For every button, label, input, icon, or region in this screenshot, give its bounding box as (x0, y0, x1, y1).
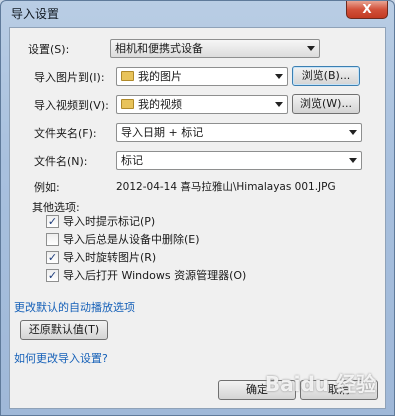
change-autoplay-link[interactable]: 更改默认的自动播放选项 (14, 299, 135, 315)
checkbox[interactable] (46, 232, 59, 246)
checkbox[interactable]: ✓ (46, 214, 59, 228)
folder-name-label: 文件夹名(F): (34, 127, 97, 140)
file-name-dropdown[interactable]: 标记 (116, 151, 362, 170)
chevron-down-icon (307, 46, 315, 51)
import-pictures-label: 导入图片到(I): (34, 71, 105, 84)
baidu-watermark: Baidu 经验 (264, 372, 376, 396)
import-settings-window: 导入设置 X 设置(S): 相机和便携式设备 导入图片到(I): 我的图片 浏览… (0, 0, 395, 416)
folder-name-dropdown[interactable]: 导入日期 + 标记 (116, 123, 362, 142)
browse-videos-button[interactable]: 浏览(W)... (292, 94, 360, 114)
import-videos-value: 我的视频 (138, 98, 182, 111)
chevron-down-icon (349, 158, 357, 163)
example-value: 2012-04-14 喜马拉雅山\Himalayas 001.JPG (116, 181, 336, 193)
file-name-label: 文件名(N): (34, 155, 88, 168)
option-label: 导入后总是从设备中删除(E) (63, 233, 200, 246)
chevron-down-icon (349, 130, 357, 135)
import-pictures-dropdown[interactable]: 我的图片 (116, 67, 288, 86)
option-label: 导入时提示标记(P) (63, 215, 156, 228)
checkbox[interactable]: ✓ (46, 250, 59, 264)
settings-dropdown[interactable]: 相机和便携式设备 (110, 39, 320, 58)
close-button[interactable]: X (346, 1, 388, 19)
settings-label: 设置(S): (28, 43, 70, 56)
browse-pictures-button[interactable]: 浏览(B)... (292, 66, 360, 86)
option-label: 导入后打开 Windows 资源管理器(O) (63, 269, 247, 282)
dialog-body: 设置(S): 相机和便携式设备 导入图片到(I): 我的图片 浏览(B)... … (9, 27, 386, 409)
import-videos-label: 导入视频到(V): (34, 99, 109, 112)
how-to-change-link[interactable]: 如何更改导入设置? (14, 350, 108, 366)
file-name-value: 标记 (121, 154, 143, 167)
import-videos-dropdown[interactable]: 我的视频 (116, 95, 288, 114)
folder-icon (121, 71, 134, 81)
option-delete-after-import[interactable]: 导入后总是从设备中删除(E) (46, 232, 200, 246)
checkbox[interactable]: ✓ (46, 268, 59, 282)
example-label: 例如: (34, 181, 60, 194)
import-pictures-value: 我的图片 (138, 70, 182, 83)
restore-defaults-button[interactable]: 还原默认值(T) (20, 320, 108, 340)
settings-value: 相机和便携式设备 (115, 42, 203, 55)
option-label: 导入时旋转图片(R) (63, 251, 157, 264)
folder-icon (121, 99, 134, 109)
chevron-down-icon (275, 74, 283, 79)
option-rotate-pictures[interactable]: ✓ 导入时旋转图片(R) (46, 250, 156, 264)
option-open-explorer[interactable]: ✓ 导入后打开 Windows 资源管理器(O) (46, 268, 246, 282)
folder-name-value: 导入日期 + 标记 (121, 126, 204, 139)
chevron-down-icon (275, 102, 283, 107)
window-title: 导入设置 (11, 7, 60, 21)
option-prompt-tag[interactable]: ✓ 导入时提示标记(P) (46, 214, 155, 228)
